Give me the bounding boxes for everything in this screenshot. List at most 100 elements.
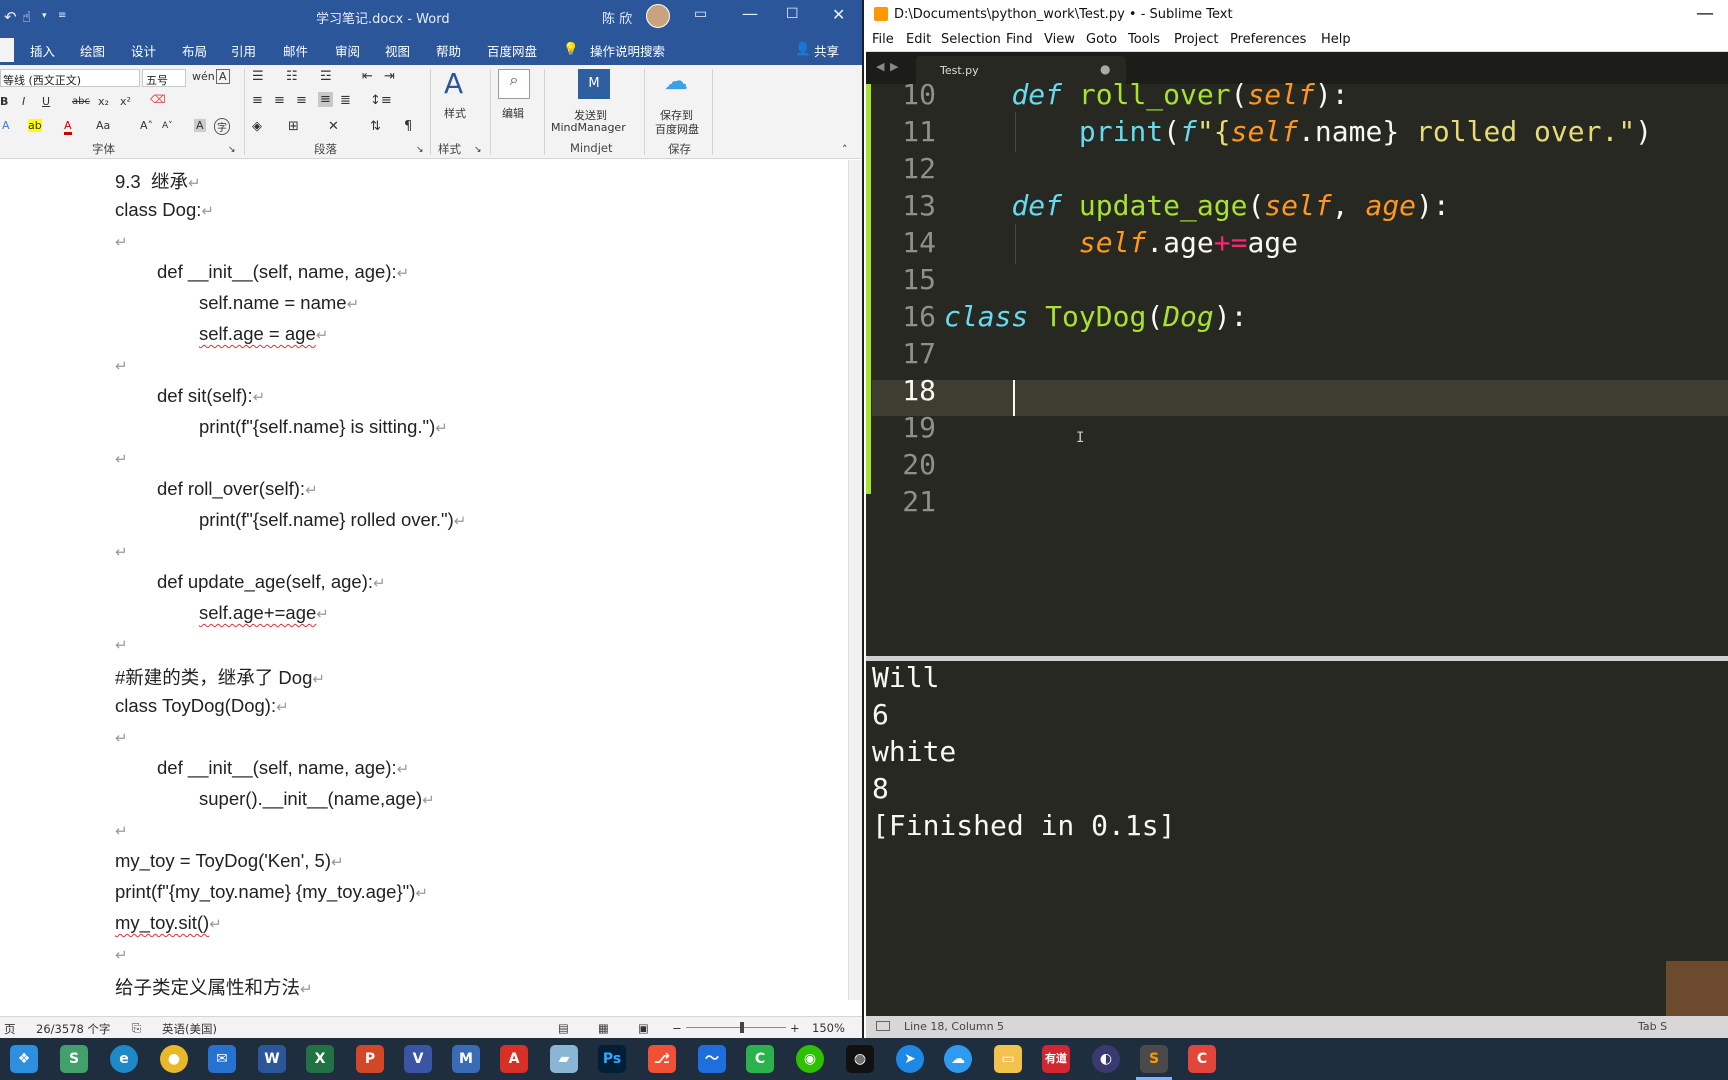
feishu-icon[interactable]: ➤ xyxy=(896,1045,924,1073)
proofing-icon[interactable]: ⎘ xyxy=(132,1021,141,1036)
baidu-netdisk-icon[interactable]: ☁ xyxy=(944,1045,972,1073)
tencent-meeting-icon[interactable]: 〜 xyxy=(698,1045,726,1073)
wechat-icon[interactable]: ◉ xyxy=(796,1045,824,1073)
ribbon-display-icon[interactable]: ▭ xyxy=(694,6,707,22)
tab-nav-right-icon[interactable]: ▶ xyxy=(890,60,898,73)
word-icon[interactable]: W xyxy=(258,1045,286,1073)
code-editor[interactable]: 10 11 12 13 14 15 16 17 18 19 20 21 def … xyxy=(866,78,1728,656)
italic-icon[interactable]: I xyxy=(22,95,25,108)
tab-file[interactable] xyxy=(0,38,14,62)
mindmanager-icon[interactable]: M xyxy=(578,69,610,99)
acrobat-icon[interactable]: A xyxy=(500,1045,528,1073)
avatar[interactable] xyxy=(646,4,670,28)
change-case-icon[interactable]: Aa xyxy=(96,119,110,132)
minimize-icon[interactable]: — xyxy=(1696,3,1714,24)
superscript-icon[interactable]: x² xyxy=(120,95,131,108)
minimize-icon[interactable]: — xyxy=(742,4,758,23)
tab-view[interactable]: 视图 xyxy=(385,41,410,60)
increase-indent-icon[interactable]: ⇥ xyxy=(384,69,395,84)
clear-format-icon[interactable]: ⌫ xyxy=(150,93,166,106)
qat-dropdown-icon[interactable]: ▾ xyxy=(42,11,47,21)
tell-me-search[interactable]: 操作说明搜索 xyxy=(590,41,665,60)
maximize-icon[interactable]: ☐ xyxy=(786,6,799,22)
font-dialog-launcher-icon[interactable]: ↘ xyxy=(228,145,236,155)
sort-icon[interactable]: ⇅ xyxy=(370,119,381,134)
line-spacing-icon[interactable]: ↕≡ xyxy=(370,93,392,108)
zoom-out-icon[interactable]: − xyxy=(672,1021,682,1035)
shading-icon[interactable]: ◈ xyxy=(252,119,262,134)
tab-size-indicator[interactable]: Tab S xyxy=(1638,1020,1667,1033)
menu-edit[interactable]: Edit xyxy=(906,32,931,47)
styles-icon[interactable]: A xyxy=(444,67,463,100)
bold-icon[interactable]: B xyxy=(0,95,8,108)
align-right-icon[interactable]: ≡ xyxy=(296,93,307,108)
menu-tools[interactable]: Tools xyxy=(1128,32,1160,47)
font-size-box[interactable]: 五号 xyxy=(142,69,186,87)
camtasia-recorder-icon[interactable]: C xyxy=(1188,1045,1216,1073)
menu-goto[interactable]: Goto xyxy=(1086,32,1117,47)
decrease-indent-icon[interactable]: ⇤ xyxy=(362,69,373,84)
undo-icon[interactable]: ↶ xyxy=(4,8,17,26)
enclose-char-icon[interactable]: 字 xyxy=(214,118,230,135)
text-effects-icon[interactable]: A xyxy=(2,119,10,132)
sublime-snake-icon[interactable]: S xyxy=(60,1045,88,1073)
customize-qat-icon[interactable]: ≡ xyxy=(58,10,66,21)
align-left-icon[interactable]: ≡ xyxy=(252,93,263,108)
qq-icon[interactable]: ◍ xyxy=(846,1045,874,1073)
zoom-in-icon[interactable]: + xyxy=(790,1021,800,1035)
underline-icon[interactable]: U xyxy=(42,95,50,108)
tab-review[interactable]: 审阅 xyxy=(335,41,360,60)
font-color-icon[interactable]: A xyxy=(64,119,72,135)
shrink-font-icon[interactable]: A˅ xyxy=(162,121,173,131)
strikethrough-icon[interactable]: abc xyxy=(72,96,90,107)
build-output-panel[interactable]: Will 6 white 8 [Finished in 0.1s] xyxy=(866,656,1728,1021)
menu-find[interactable]: Find xyxy=(1006,32,1033,47)
vertical-scrollbar[interactable] xyxy=(848,160,862,1000)
windows-start-icon[interactable]: ❖ xyxy=(10,1045,38,1073)
justify-icon[interactable]: ≡ xyxy=(318,92,333,107)
styles-button[interactable]: 样式 xyxy=(444,105,466,121)
font-name-box[interactable]: 等线 (西文正文) xyxy=(0,69,140,87)
borders-icon[interactable]: ⊞ xyxy=(288,119,299,134)
edge-icon[interactable]: e xyxy=(110,1045,138,1073)
photoshop-icon[interactable]: Ps xyxy=(598,1045,626,1073)
visio-icon[interactable]: V xyxy=(404,1045,432,1073)
print-layout-icon[interactable]: ▦ xyxy=(598,1021,609,1035)
chrome-icon[interactable]: ● xyxy=(160,1045,188,1073)
mindjet-icon[interactable]: M xyxy=(452,1045,480,1073)
menu-file[interactable]: File xyxy=(872,32,894,47)
excel-icon[interactable]: X xyxy=(306,1045,334,1073)
zoom-slider[interactable] xyxy=(686,1027,786,1028)
page-indicator[interactable]: 页 xyxy=(4,1021,16,1037)
baidu-cloud-icon[interactable]: ☁ xyxy=(664,67,688,95)
share-button[interactable]: 共享 xyxy=(814,41,839,60)
youdao-icon[interactable]: 有道 xyxy=(1042,1045,1070,1073)
align-center-icon[interactable]: ≡ xyxy=(274,93,285,108)
close-icon[interactable]: ✕ xyxy=(832,5,845,24)
tab-baidu-netdisk[interactable]: 百度网盘 xyxy=(487,41,537,60)
touch-mode-icon[interactable]: ☝ xyxy=(22,8,31,26)
tab-mailings[interactable]: 邮件 xyxy=(283,41,308,60)
editing-button[interactable]: 编辑 xyxy=(502,105,524,121)
mail-icon[interactable]: ✉ xyxy=(208,1045,236,1073)
tab-nav-left-icon[interactable]: ◀ xyxy=(876,60,884,73)
distributed-icon[interactable]: ≣ xyxy=(340,93,351,108)
file-explorer-icon[interactable]: ▭ xyxy=(994,1045,1022,1073)
menu-view[interactable]: View xyxy=(1044,32,1075,47)
zoom-level[interactable]: 150% xyxy=(812,1021,845,1035)
multilevel-list-icon[interactable]: ☲ xyxy=(320,69,332,84)
subscript-icon[interactable]: x₂ xyxy=(98,95,109,108)
menu-selection[interactable]: Selection xyxy=(941,32,1001,47)
tab-help[interactable]: 帮助 xyxy=(436,41,461,60)
user-name[interactable]: 陈 欣 xyxy=(602,8,632,27)
mindmanager-label[interactable]: MindManager xyxy=(551,121,626,134)
git-icon[interactable]: ⎇ xyxy=(648,1045,676,1073)
highlight-icon[interactable]: ab xyxy=(28,119,42,132)
zoom-slider-thumb[interactable] xyxy=(740,1022,744,1033)
show-marks-icon[interactable]: ¶ xyxy=(404,119,412,134)
powerpoint-icon[interactable]: P xyxy=(356,1045,384,1073)
char-shading-icon[interactable]: A xyxy=(194,119,206,132)
collapse-ribbon-icon[interactable]: ˄ xyxy=(842,143,848,156)
tab-layout[interactable]: 布局 xyxy=(182,41,207,60)
styles-dialog-launcher-icon[interactable]: ↘ xyxy=(474,145,482,155)
